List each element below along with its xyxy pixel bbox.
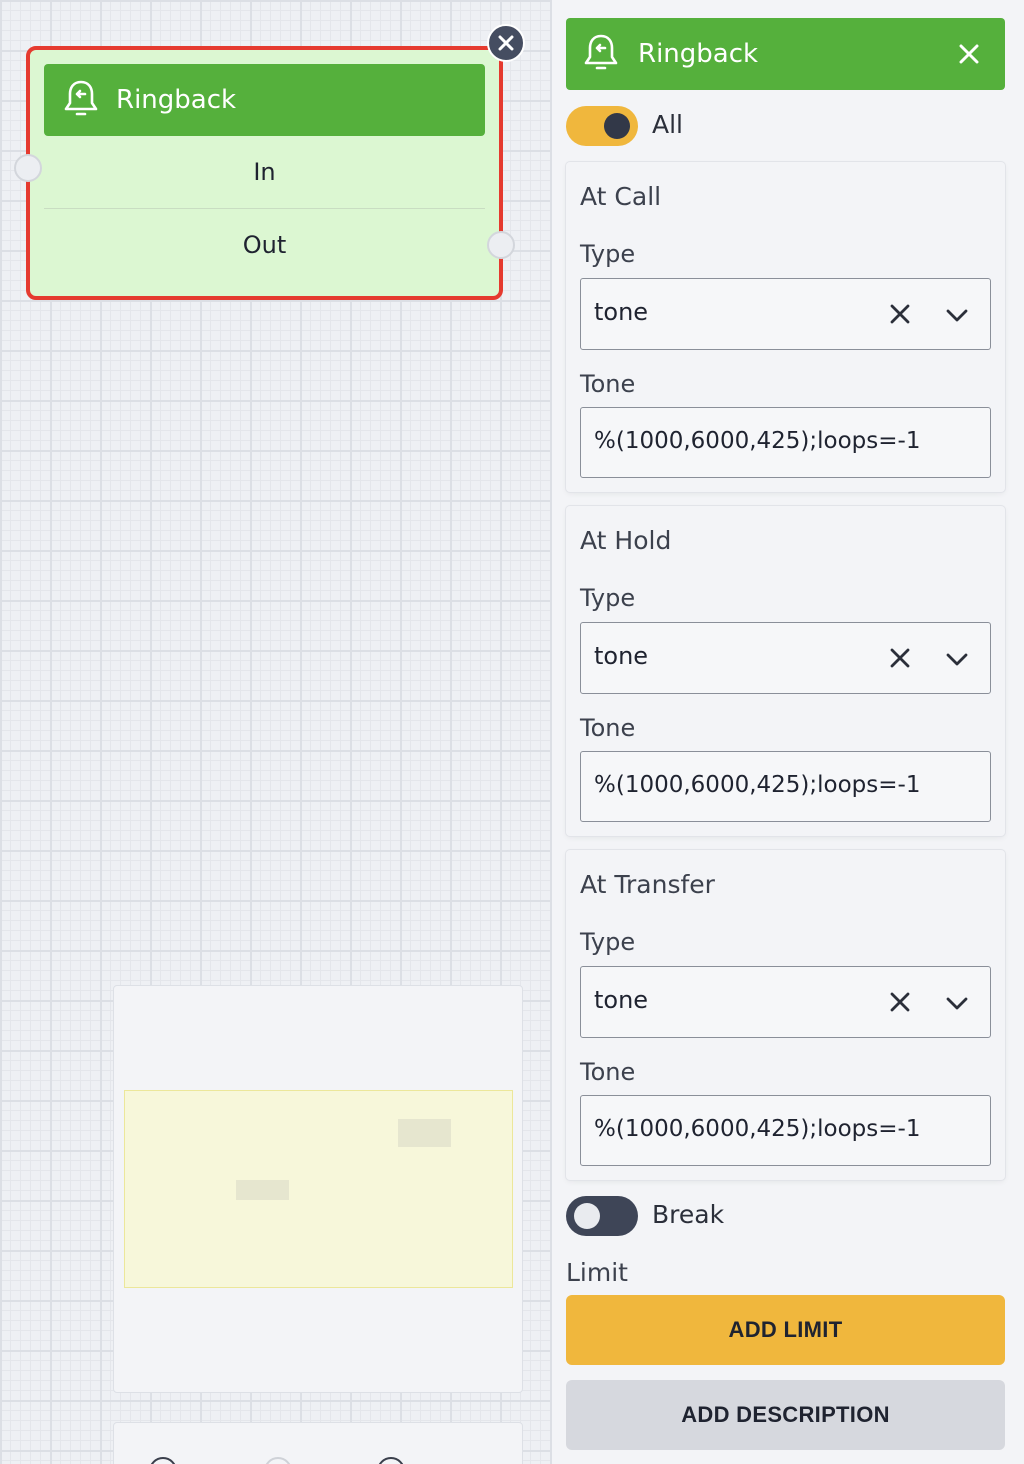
add-description-button[interactable]: ADD DESCRIPTION <box>566 1380 1005 1450</box>
type-select[interactable]: tone <box>580 278 991 350</box>
section-at-hold: At Hold Type tone Tone %(1000,6000,425);… <box>566 506 1005 836</box>
node-input-label: In <box>253 158 276 186</box>
ringback-node[interactable]: Ringback In Out <box>14 46 515 300</box>
type-select[interactable]: tone <box>580 622 991 694</box>
clear-icon[interactable] <box>889 647 911 669</box>
clear-icon[interactable] <box>889 991 911 1013</box>
zoom-out-button[interactable] <box>377 1457 405 1464</box>
zoom-reset-button[interactable] <box>264 1457 292 1464</box>
node-header[interactable]: Ringback <box>44 64 485 136</box>
tone-input-value: %(1000,6000,425);loops=-1 <box>594 428 921 454</box>
delete-node-button[interactable] <box>487 24 525 62</box>
close-icon[interactable] <box>959 44 979 64</box>
type-label: Type <box>580 240 636 268</box>
section-title: At Transfer <box>580 870 715 899</box>
tone-label: Tone <box>580 370 636 398</box>
input-port[interactable] <box>14 154 42 182</box>
add-limit-button[interactable]: ADD LIMIT <box>566 1295 1005 1365</box>
tone-input[interactable]: %(1000,6000,425);loops=-1 <box>580 407 991 478</box>
tone-input[interactable]: %(1000,6000,425);loops=-1 <box>580 1095 991 1166</box>
chevron-down-icon[interactable] <box>945 991 969 1015</box>
node-title: Ringback <box>116 85 237 115</box>
canvas-controls <box>113 1422 523 1464</box>
tone-label: Tone <box>580 714 636 742</box>
break-toggle[interactable] <box>566 1196 638 1236</box>
chevron-down-icon[interactable] <box>945 647 969 671</box>
toggle-knob <box>604 113 630 139</box>
tone-input[interactable]: %(1000,6000,425);loops=-1 <box>580 751 991 822</box>
close-icon <box>498 35 514 51</box>
type-select-value: tone <box>594 298 649 326</box>
section-at-call: At Call Type tone Tone %(1000,6000,425);… <box>566 162 1005 492</box>
properties-panel: Ringback All At Call Type tone Tone %(10… <box>552 0 1024 1464</box>
node-divider <box>44 208 485 209</box>
type-label: Type <box>580 928 636 956</box>
type-select-value: tone <box>594 986 649 1014</box>
clear-icon[interactable] <box>889 303 911 325</box>
chevron-down-icon[interactable] <box>945 303 969 327</box>
break-toggle-label: Break <box>652 1200 725 1229</box>
type-select[interactable]: tone <box>580 966 991 1038</box>
output-port[interactable] <box>487 231 515 259</box>
tone-input-value: %(1000,6000,425);loops=-1 <box>594 772 921 798</box>
tone-input-value: %(1000,6000,425);loops=-1 <box>594 1116 921 1142</box>
flow-canvas[interactable]: Ringback In Out <box>0 0 552 1464</box>
bell-icon <box>64 79 98 121</box>
panel-header: Ringback <box>566 18 1005 90</box>
minimap[interactable] <box>113 985 523 1393</box>
minimap-viewport[interactable] <box>124 1090 513 1288</box>
section-title: At Call <box>580 182 662 211</box>
minimap-node <box>236 1180 289 1200</box>
minimap-node <box>398 1119 451 1147</box>
section-at-transfer: At Transfer Type tone Tone %(1000,6000,4… <box>566 850 1005 1180</box>
node-output-label: Out <box>242 231 287 259</box>
panel-title: Ringback <box>638 39 759 69</box>
type-select-value: tone <box>594 642 649 670</box>
tone-label: Tone <box>580 1058 636 1086</box>
all-toggle[interactable] <box>566 106 638 146</box>
section-title: At Hold <box>580 526 672 555</box>
toggle-knob <box>574 1203 600 1229</box>
bell-icon <box>584 33 618 75</box>
zoom-in-button[interactable] <box>149 1457 177 1464</box>
limit-label: Limit <box>566 1258 628 1287</box>
type-label: Type <box>580 584 636 612</box>
all-toggle-label: All <box>652 110 683 139</box>
